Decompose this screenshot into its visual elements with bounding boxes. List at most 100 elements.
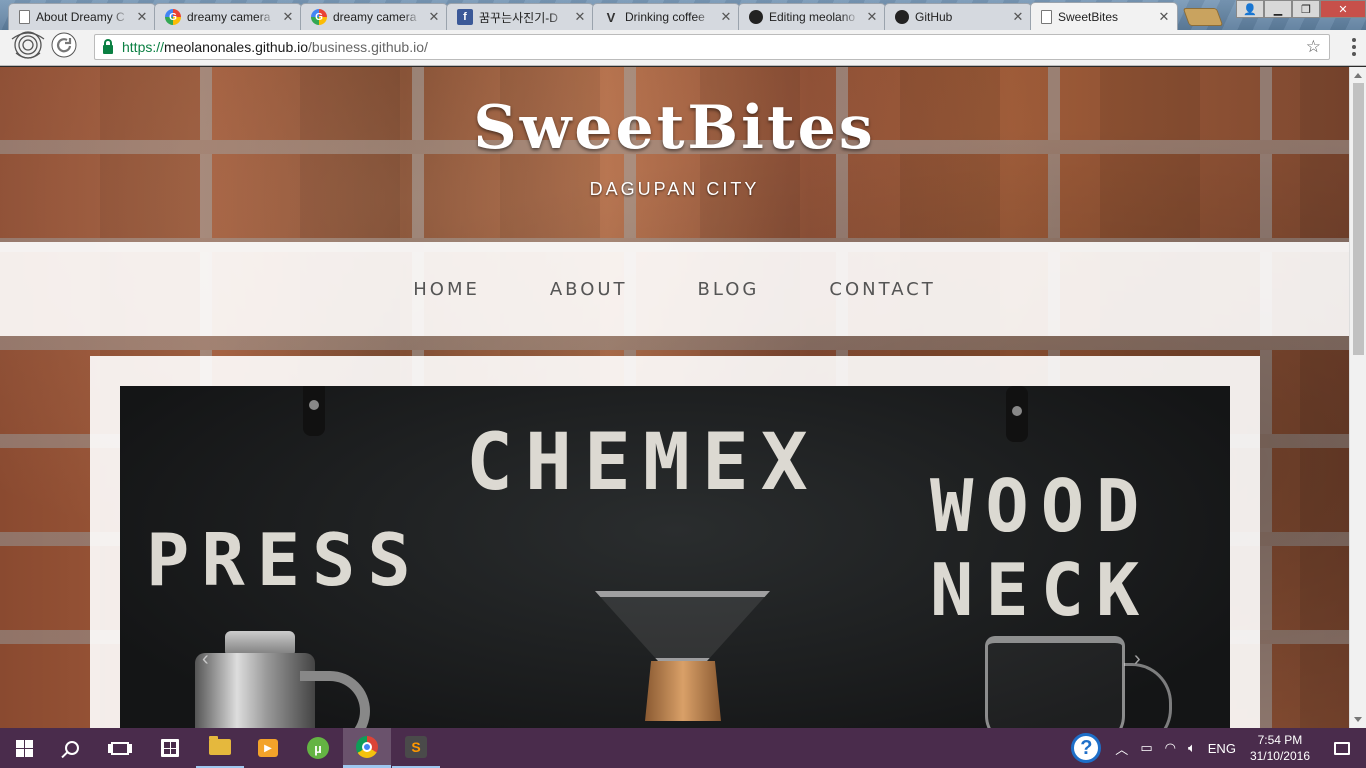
main-nav: HOME ABOUT BLOG CONTACT [0, 242, 1349, 336]
tab-title: SweetBites [1058, 9, 1119, 24]
minimize-button[interactable]: ▁ [1264, 0, 1292, 18]
wall-peg [1006, 386, 1028, 442]
clock-date: 31/10/2016 [1249, 749, 1310, 763]
chrome-icon [356, 735, 378, 758]
browser-toolbar: https://meolanonales.github.io/business.… [0, 30, 1366, 66]
carousel-prev-icon[interactable]: ‹ [202, 648, 209, 671]
image-carousel[interactable]: CHEMEX PRESS WOOD NECK ‹ › [120, 386, 1230, 728]
start-button[interactable] [0, 728, 48, 768]
content-box: CHEMEX PRESS WOOD NECK ‹ › [90, 356, 1260, 728]
system-tray: ? ︿ ▭ ◠ 🔈︎ ENG 7:54 PM 31/10/2016 [1071, 728, 1366, 768]
page-viewport: SweetBites DAGUPAN CITY HOME ABOUT BLOG … [0, 67, 1349, 728]
close-icon[interactable]: ✕ [281, 10, 295, 24]
tab-title: Drinking coffee [625, 10, 705, 24]
nav-blog[interactable]: BLOG [663, 279, 795, 300]
battery-icon[interactable]: ▭ [1140, 740, 1152, 756]
media-player-button[interactable]: ▶ [244, 728, 292, 768]
wall-peg [303, 386, 325, 436]
close-icon[interactable]: ✕ [135, 10, 149, 24]
close-icon[interactable]: ✕ [427, 10, 441, 24]
tab-drinking-coffee[interactable]: V Drinking coffee ✕ [592, 3, 740, 30]
tab-title: dreamy camera [333, 10, 417, 24]
folder-icon [209, 736, 231, 755]
volume-icon[interactable]: 🔈︎ [1188, 740, 1196, 756]
tab-dreamy-camera-2[interactable]: G dreamy camera ✕ [300, 3, 448, 30]
chalk-text-press: PRESS [146, 518, 423, 602]
scroll-up-icon[interactable] [1354, 73, 1362, 78]
github-icon [749, 10, 763, 24]
scroll-thumb[interactable] [1353, 83, 1364, 355]
tab-title: Editing meolano [769, 10, 856, 24]
clock[interactable]: 7:54 PM 31/10/2016 [1250, 732, 1310, 764]
window-close-button[interactable]: ✕ [1320, 0, 1366, 18]
google-icon: G [165, 9, 181, 25]
file-explorer-button[interactable] [196, 728, 244, 768]
utorrent-button[interactable]: µ [294, 728, 342, 768]
lock-icon [103, 38, 113, 54]
tab-title: About Dreamy C [36, 10, 125, 24]
tab-title: GitHub [915, 10, 953, 24]
french-press-kettle [180, 631, 380, 728]
carousel-next-icon[interactable]: › [1134, 648, 1141, 671]
chrome-taskbar-button[interactable] [343, 728, 391, 768]
chalk-text-chemex: CHEMEX [466, 418, 820, 508]
store-button[interactable] [146, 728, 194, 768]
help-icon[interactable]: ? [1071, 733, 1102, 763]
chevron-up-icon[interactable]: ︿ [1115, 739, 1128, 758]
profile-icon[interactable]: 👤 [1236, 0, 1264, 18]
action-center-icon[interactable] [1334, 741, 1350, 755]
store-icon [161, 739, 179, 757]
close-icon[interactable]: ✕ [865, 10, 879, 24]
document-icon [1041, 9, 1052, 24]
search-icon [65, 741, 79, 755]
vsco-icon: V [606, 9, 616, 25]
tab-github[interactable]: GitHub ✕ [884, 3, 1032, 30]
new-tab-button[interactable] [1182, 8, 1224, 26]
utorrent-icon: µ [307, 737, 329, 759]
tab-title: 꿈꾸는사진기-D [479, 10, 558, 25]
facebook-icon: f [457, 9, 473, 25]
search-button[interactable] [48, 728, 96, 768]
tab-sweetbites[interactable]: SweetBites ✕ [1030, 2, 1178, 30]
tab-dreamy-camera-1[interactable]: G dreamy camera ✕ [154, 3, 302, 30]
task-view-button[interactable] [96, 728, 144, 768]
close-icon[interactable]: ✕ [719, 10, 733, 24]
clock-time: 7:54 PM [1257, 733, 1303, 747]
close-icon[interactable]: ✕ [1157, 9, 1171, 24]
task-view-icon [111, 741, 129, 755]
browser-tab-strip: About Dreamy C ✕ G dreamy camera ✕ G dre… [0, 0, 1366, 30]
nav-home[interactable]: HOME [378, 279, 515, 300]
site-brand[interactable]: SweetBites [0, 93, 1349, 163]
nav-contact[interactable]: CONTACT [794, 279, 970, 300]
close-icon[interactable]: ✕ [573, 10, 587, 24]
tab-title: dreamy camera [187, 10, 271, 24]
wood-neck-glass [985, 636, 1172, 728]
bookmark-star-icon[interactable]: ☆ [1306, 37, 1321, 57]
media-player-icon: ▶ [258, 739, 278, 757]
windows-taskbar: ▶ µ S ? ︿ ▭ ◠ 🔈︎ ENG 7:54 PM 31/10/2016 [0, 728, 1366, 768]
language-indicator[interactable]: ENG [1208, 741, 1236, 756]
tab-facebook[interactable]: f 꿈꾸는사진기-D ✕ [446, 3, 594, 30]
google-icon: G [311, 9, 327, 25]
scroll-down-icon[interactable] [1354, 717, 1362, 722]
windows-logo-icon [15, 739, 33, 757]
custom-theme-logo-icon [11, 31, 77, 59]
restore-button[interactable]: ❐ [1292, 0, 1320, 18]
address-bar[interactable]: https://meolanonales.github.io/business.… [94, 34, 1330, 60]
sublime-text-button[interactable]: S [392, 728, 440, 768]
github-icon [895, 10, 909, 24]
tab-about-dreamy[interactable]: About Dreamy C ✕ [8, 3, 156, 30]
nav-about[interactable]: ABOUT [515, 279, 663, 300]
chalk-text-wood: WOOD [930, 464, 1152, 548]
wifi-icon[interactable]: ◠ [1165, 740, 1176, 756]
tab-editing[interactable]: Editing meolano ✕ [738, 3, 886, 30]
chrome-menu-icon[interactable] [1352, 38, 1356, 56]
site-location: DAGUPAN CITY [589, 179, 760, 199]
sublime-text-icon: S [405, 736, 427, 758]
chalk-text-neck: NECK [930, 548, 1152, 632]
chemex-coffee-maker [595, 591, 770, 728]
window-controls: 👤 ▁ ❐ ✕ [1236, 0, 1366, 18]
page-scrollbar[interactable] [1349, 67, 1366, 728]
close-icon[interactable]: ✕ [1011, 10, 1025, 24]
document-icon [19, 10, 30, 24]
